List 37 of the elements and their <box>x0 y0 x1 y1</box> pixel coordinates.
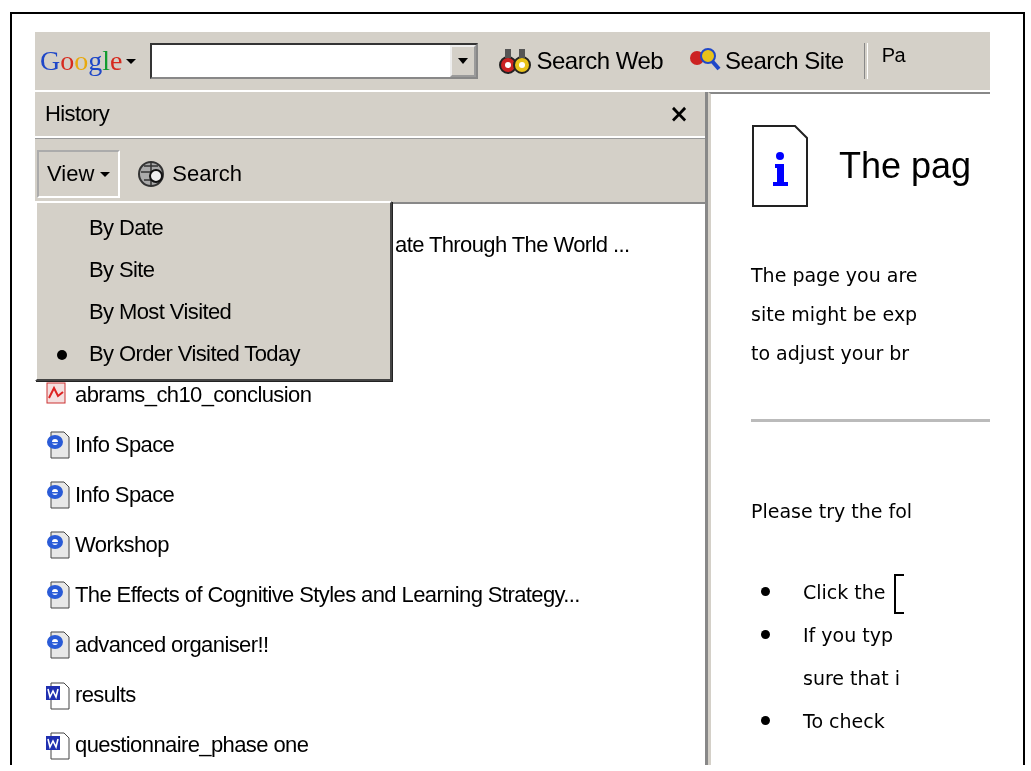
info-page-icon <box>751 124 809 208</box>
bullet-icon <box>761 587 770 596</box>
bullet-text: Click the <box>803 581 886 603</box>
binoculars-icon <box>498 46 533 76</box>
bullet-text: If you typ sure that i <box>803 624 900 689</box>
page-heading: The pag <box>839 145 972 187</box>
search-button[interactable]: Search <box>128 157 248 191</box>
menu-item[interactable]: By Site <box>37 249 390 291</box>
menu-item[interactable]: By Date <box>37 207 390 249</box>
history-item[interactable]: questionnaire_phase one <box>35 720 705 765</box>
bullet-icon <box>761 630 770 639</box>
history-item[interactable]: advanced organiser!! <box>35 620 705 670</box>
search-field[interactable] <box>150 43 479 79</box>
toolbar-button[interactable]: Pa <box>881 44 906 67</box>
bullet-icon <box>761 716 770 725</box>
close-button[interactable]: × <box>662 100 695 128</box>
history-item[interactable]: The Effects of Cognitive Styles and Learning Strategy... <box>35 570 705 620</box>
panel-title: History <box>45 101 110 127</box>
menu-item[interactable]: By Most Visited <box>37 291 390 333</box>
history-item[interactable]: Workshop <box>35 520 705 570</box>
web-page-icon <box>45 480 71 510</box>
bullet-text: To check <box>803 710 885 732</box>
search-web-button[interactable]: Search Web <box>492 46 670 76</box>
dropdown-button[interactable] <box>450 45 477 77</box>
web-page-icon <box>45 580 71 610</box>
google-logo: Google <box>40 45 123 77</box>
view-button[interactable]: View <box>37 150 121 198</box>
history-item[interactable]: Info Space <box>35 470 705 520</box>
web-page-icon <box>45 530 71 560</box>
web-page-icon <box>45 430 71 460</box>
web-page-icon <box>45 630 71 660</box>
button-outline-icon <box>893 573 904 614</box>
instruction-text: Please try the fol <box>751 499 914 524</box>
error-paragraph: The page you are site might be exp to adjust your br <box>751 263 919 366</box>
history-item[interactable]: results <box>35 670 705 720</box>
search-site-button[interactable]: Search Site <box>683 46 850 76</box>
history-item[interactable]: Info Space <box>35 420 705 470</box>
